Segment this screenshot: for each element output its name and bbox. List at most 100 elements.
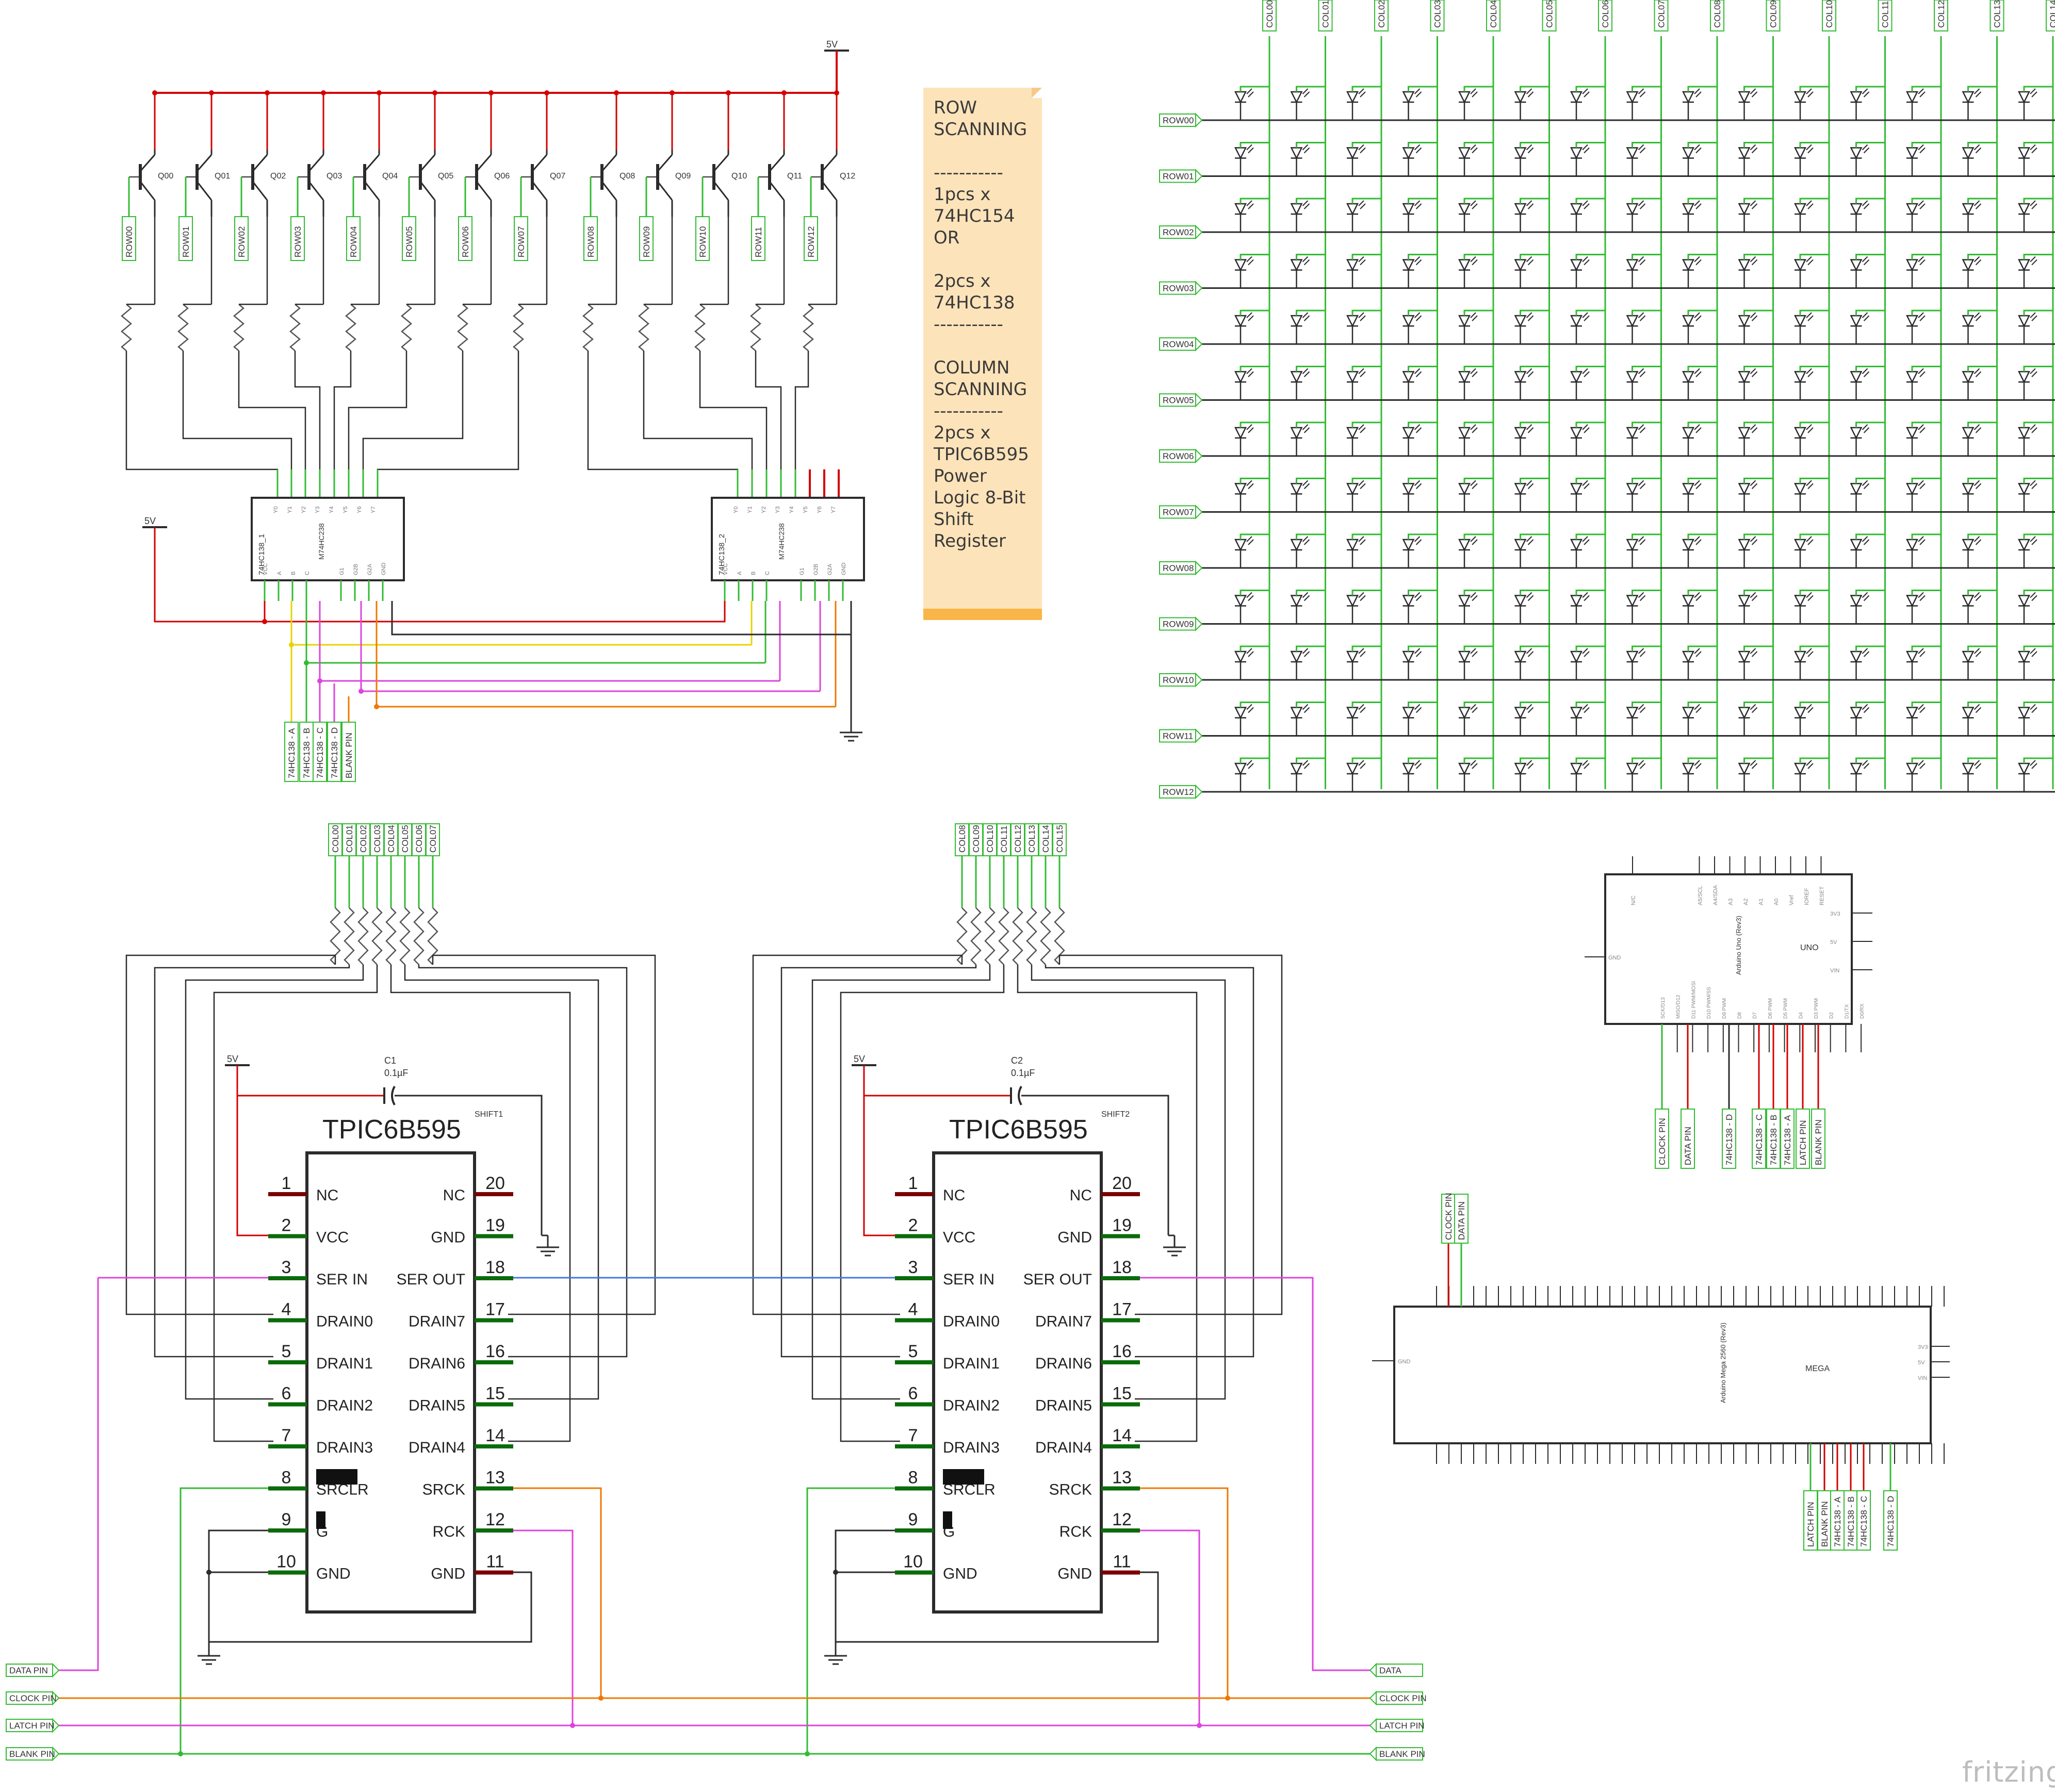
led-anode-wire [1520, 254, 1550, 260]
led-triangle [1738, 147, 1751, 160]
led-ray [1694, 424, 1700, 430]
led-ray [1863, 203, 1870, 209]
led-ray [1360, 203, 1366, 209]
led-anode-wire [1855, 86, 1885, 92]
led-ray [1246, 312, 1252, 318]
led-ray [1975, 371, 1982, 378]
led-triangle [1514, 707, 1527, 720]
led-anode-wire [1687, 366, 1717, 372]
led-ray [1862, 256, 1868, 263]
led-11-2 [1346, 702, 1381, 736]
mega-pin-name: 5V [1918, 1360, 1925, 1366]
led-anode-wire [2023, 757, 2053, 763]
led-0-14 [2017, 86, 2053, 120]
led-triangle [1402, 203, 1415, 216]
led-ray [1694, 480, 1700, 486]
led-triangle [1570, 147, 1583, 160]
led-anode-wire [1632, 309, 1661, 316]
sr0-col-tag-4: COL04 [386, 825, 396, 853]
led-3-3 [1402, 254, 1438, 288]
note-line: 1pcs x [934, 184, 991, 205]
column-tag-4: COL04 [1489, 0, 1498, 28]
led-ray [1303, 91, 1310, 97]
note-line: ----------- [934, 162, 1003, 183]
led-6-3 [1402, 421, 1438, 456]
led-ray [1918, 760, 1924, 766]
led-ray [1582, 88, 1588, 94]
led-ray [1470, 480, 1476, 486]
led-anode-wire [1855, 142, 1885, 148]
sr-pin-number: 12 [485, 1510, 505, 1529]
led-triangle [1905, 315, 1919, 328]
led-anode-wire [2023, 142, 2053, 148]
led-triangle [1570, 650, 1583, 663]
led-ray [1975, 651, 1982, 657]
led-ray [1414, 648, 1421, 654]
led-ray [1246, 200, 1252, 206]
led-ray [1863, 483, 1870, 490]
led-7-7 [1626, 478, 1661, 512]
led-ray [1639, 595, 1646, 601]
led-triangle [1682, 91, 1695, 104]
led-anode-wire [1408, 533, 1438, 540]
led-ray [1863, 707, 1870, 713]
led-9-3 [1402, 590, 1438, 624]
led-4-11 [1850, 309, 1885, 344]
led-triangle [1402, 259, 1415, 272]
led-ray [1303, 147, 1310, 154]
led-ray [1807, 651, 1814, 657]
led-ray [1919, 147, 1926, 154]
led-anode-wire [1575, 366, 1605, 372]
led-9-1 [1290, 590, 1326, 624]
led-ray [1639, 651, 1646, 657]
led-ray [1918, 312, 1924, 318]
led-triangle [1402, 147, 1415, 160]
matrix-row-tag-9: ROW09 [1163, 620, 1194, 629]
column-resistor [371, 907, 383, 965]
transistor-row-tag-3: ROW03 [293, 226, 303, 257]
led-ray [1639, 483, 1646, 490]
decoder-pin-name: Y4 [329, 507, 335, 513]
led-4-0 [1234, 309, 1269, 344]
led-ray [1472, 707, 1478, 713]
sr-pin-number: 7 [908, 1426, 918, 1445]
led-anode-wire [1408, 366, 1438, 372]
led-ray [1751, 595, 1758, 601]
sr-pin-name: DRAIN3 [316, 1439, 373, 1456]
led-ray [1862, 144, 1868, 151]
led-ray [1470, 760, 1476, 766]
led-anode-wire [1855, 421, 1885, 428]
led-ray [1695, 203, 1702, 209]
led-triangle [1514, 483, 1527, 496]
led-ray [1414, 536, 1421, 542]
led-ray [1919, 259, 1926, 266]
led-anode-wire [1799, 366, 1829, 372]
sr1-col-tag-0: COL08 [957, 825, 967, 853]
led-anode-wire [1855, 757, 1885, 763]
led-ray [1807, 147, 1814, 154]
srclr-overline [316, 1469, 357, 1485]
led-ray [1638, 200, 1644, 206]
led-3-12 [1905, 254, 1941, 288]
led-triangle [1234, 203, 1247, 216]
led-triangle [1850, 650, 1863, 663]
column-resistor [1012, 907, 1023, 965]
decoder-pin-name: Y5 [342, 507, 349, 513]
led-ray [1248, 763, 1254, 769]
transistor-label-q02: Q02 [270, 172, 286, 181]
led-ray [1303, 651, 1310, 657]
decoder-pin-name: A [276, 571, 283, 575]
led-ray [1527, 315, 1534, 321]
led-4-12 [1905, 309, 1941, 344]
led-anode-wire [1351, 86, 1381, 92]
sr-pin-number: 1 [282, 1174, 291, 1193]
led-11-3 [1402, 702, 1438, 736]
matrix-row-tag-8: ROW08 [1163, 563, 1194, 573]
led-ray [1975, 259, 1982, 266]
led-anode-wire [1743, 702, 1773, 708]
led-anode-wire [1743, 590, 1773, 596]
led-triangle [1682, 707, 1695, 720]
led-0-5 [1514, 86, 1550, 120]
decoder-0-part: M74HC238 [317, 523, 325, 560]
led-6-8 [1682, 421, 1717, 456]
